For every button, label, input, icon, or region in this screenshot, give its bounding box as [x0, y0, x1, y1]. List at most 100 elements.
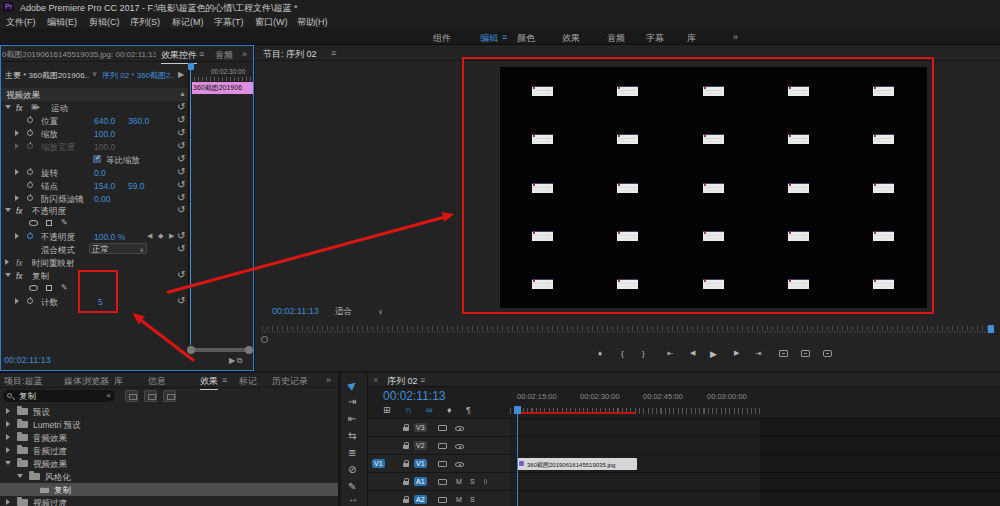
param-anchor-row[interactable]: 锚点 154.0 59.0 ↺ [1, 179, 188, 192]
workspace-libraries[interactable]: 库 [687, 32, 696, 45]
anchor-x-value[interactable]: 154.0 [94, 181, 115, 191]
lock-icon[interactable] [403, 481, 409, 485]
expand-timeremap-icon[interactable] [5, 259, 9, 265]
reset-uniform-scale-icon[interactable]: ↺ [177, 153, 185, 164]
ec-clip-bar[interactable]: 360截图201906 [192, 82, 253, 94]
param-rotation-row[interactable]: 旋转 0.0 ↺ [1, 166, 188, 179]
workspace-color[interactable]: 颜色 [517, 32, 535, 45]
add-marker-icon[interactable]: ♦ [447, 405, 452, 415]
mute-icon[interactable]: M [456, 478, 462, 485]
tree-audio-transitions[interactable]: 音频过渡 [0, 444, 338, 457]
rect-mask-icon[interactable] [46, 285, 52, 291]
expand-icon[interactable] [6, 434, 10, 440]
ellipse-mask-icon[interactable] [29, 220, 38, 226]
tab-program[interactable]: 节目: 序列 02 [263, 48, 317, 61]
timeline-clip[interactable]: 360截图20190616145519035.jpg [517, 458, 637, 470]
tab-effects-menu-icon[interactable]: ≡ [222, 375, 227, 385]
solo-icon[interactable]: S [470, 478, 475, 485]
tab-markers[interactable]: 标记 [239, 375, 257, 388]
reset-scale-width-icon[interactable]: ↺ [177, 140, 185, 151]
sequence-clip-label[interactable]: 序列 02 * 360截图2... [102, 70, 174, 81]
timeline-settings-icon[interactable]: ¶ [466, 405, 471, 415]
pen-mask-icon[interactable]: ✎ [61, 283, 68, 292]
next-keyframe-icon[interactable]: ▶ [169, 232, 174, 240]
stopwatch-scale-icon[interactable] [27, 130, 33, 136]
stopwatch-antiflicker-icon[interactable] [27, 195, 33, 201]
master-clip-dropdown-icon[interactable]: ∨ [92, 70, 97, 78]
track-name-a2[interactable]: A2 [414, 495, 427, 504]
lock-icon[interactable] [403, 463, 409, 467]
source-patch-v1[interactable]: V1 [372, 459, 385, 468]
tab-sequence-menu-icon[interactable]: ≡ [420, 375, 425, 385]
track-output-icon[interactable] [455, 462, 464, 467]
tree-video-effects[interactable]: 视频效果 [0, 457, 338, 470]
sync-lock-icon[interactable] [438, 425, 447, 431]
voiceover-icon[interactable] [484, 479, 487, 484]
tab-overflow-icon[interactable]: » [242, 49, 247, 59]
position-x-value[interactable]: 640.0 [94, 116, 115, 126]
track-header-a2[interactable]: A2 M S [368, 490, 510, 506]
add-marker-icon[interactable]: ♦ [598, 349, 602, 358]
solo-icon[interactable]: S [470, 496, 475, 503]
ec-playhead-line[interactable] [190, 63, 191, 345]
tab-audio-mixer[interactable]: 音频 [215, 49, 233, 62]
reset-opacity-param-icon[interactable]: ↺ [177, 230, 185, 241]
track-output-icon[interactable] [455, 444, 464, 449]
stopwatch-position-icon[interactable] [27, 117, 33, 123]
mute-icon[interactable]: M [456, 496, 462, 503]
expand-icon[interactable] [6, 421, 10, 427]
tab-effect-controls-menu-icon[interactable]: ≡ [199, 49, 204, 59]
track-name-a1[interactable]: A1 [414, 477, 427, 486]
prev-keyframe-icon[interactable]: ◀ [147, 232, 152, 240]
effect-opacity-row[interactable]: fx 不透明度 ↺ [1, 204, 188, 217]
lift-icon[interactable] [779, 350, 788, 357]
param-position-row[interactable]: 位置 640.0 360.0 ↺ [1, 114, 188, 127]
effects-search-box[interactable]: 复制 × [3, 390, 115, 402]
nest-toggle-icon[interactable]: ⊞ [383, 405, 391, 415]
go-to-out-icon[interactable]: ⇥ [755, 349, 762, 358]
tab-source-monitor[interactable]: 0截图20190616145519035.jpg: 00:02:11:13 [2, 49, 156, 60]
stopwatch-rotation-icon[interactable] [27, 169, 33, 175]
track-header-v1[interactable]: V1 V1 [368, 454, 510, 472]
reset-scale-icon[interactable]: ↺ [177, 127, 185, 138]
expand-opacity-icon[interactable] [5, 208, 11, 212]
tab-overflow-icon[interactable]: » [326, 375, 331, 385]
expand-opacity-param-icon[interactable] [15, 233, 19, 239]
expand-scale-icon[interactable] [15, 130, 19, 136]
reset-replicate-icon[interactable]: ↺ [177, 269, 185, 280]
track-header-a1[interactable]: A1 M S [368, 472, 510, 490]
filter-yuv-icon[interactable] [163, 390, 176, 402]
scale-value[interactable]: 100.0 [94, 129, 115, 139]
track-name-v3[interactable]: V3 [414, 423, 427, 432]
master-clip-selector[interactable]: 主要 * 360截图201906... [5, 70, 89, 81]
tab-history[interactable]: 历史记录 [272, 375, 308, 388]
workspace-audio[interactable]: 音频 [607, 32, 625, 45]
uniform-scale-checkbox[interactable] [93, 155, 101, 163]
ec-scrollbar[interactable] [193, 348, 249, 352]
filter-accelerated-icon[interactable] [125, 390, 138, 402]
ellipse-mask-icon[interactable] [29, 285, 38, 291]
play-icon[interactable]: ▶ [710, 349, 717, 359]
export-frame-icon[interactable] [823, 350, 832, 357]
expand-icon[interactable] [6, 447, 10, 453]
ec-scroll-knob-left[interactable] [187, 346, 195, 354]
reset-position-icon[interactable]: ↺ [177, 114, 185, 125]
reset-blendmode-icon[interactable]: ↺ [177, 243, 185, 254]
program-zoom-knob[interactable] [261, 336, 268, 343]
stopwatch-opacity-icon[interactable] [27, 233, 33, 239]
reset-antiflicker-icon[interactable]: ↺ [177, 192, 185, 203]
track-select-tool[interactable]: ⇥ [348, 396, 356, 407]
reset-rotation-icon[interactable]: ↺ [177, 166, 185, 177]
reset-anchor-icon[interactable]: ↺ [177, 179, 185, 190]
param-opacity-row[interactable]: 不透明度 100.0 % ◀ ◆ ▶ ↺ [1, 230, 188, 243]
workspace-assembly[interactable]: 组件 [433, 32, 451, 45]
ec-scroll-knob-right[interactable] [245, 346, 253, 354]
sync-lock-icon[interactable] [438, 461, 447, 467]
play-clip-icon[interactable]: ▶ [178, 70, 184, 79]
rolling-edit-tool[interactable]: ⇆ [348, 430, 356, 441]
mark-in-icon[interactable]: { [621, 349, 624, 358]
tree-replicate-selected[interactable]: 复制 [0, 483, 338, 496]
tree-presets[interactable]: 预设 [0, 405, 338, 418]
expand-icon[interactable] [6, 408, 10, 414]
lock-icon[interactable] [403, 445, 409, 449]
